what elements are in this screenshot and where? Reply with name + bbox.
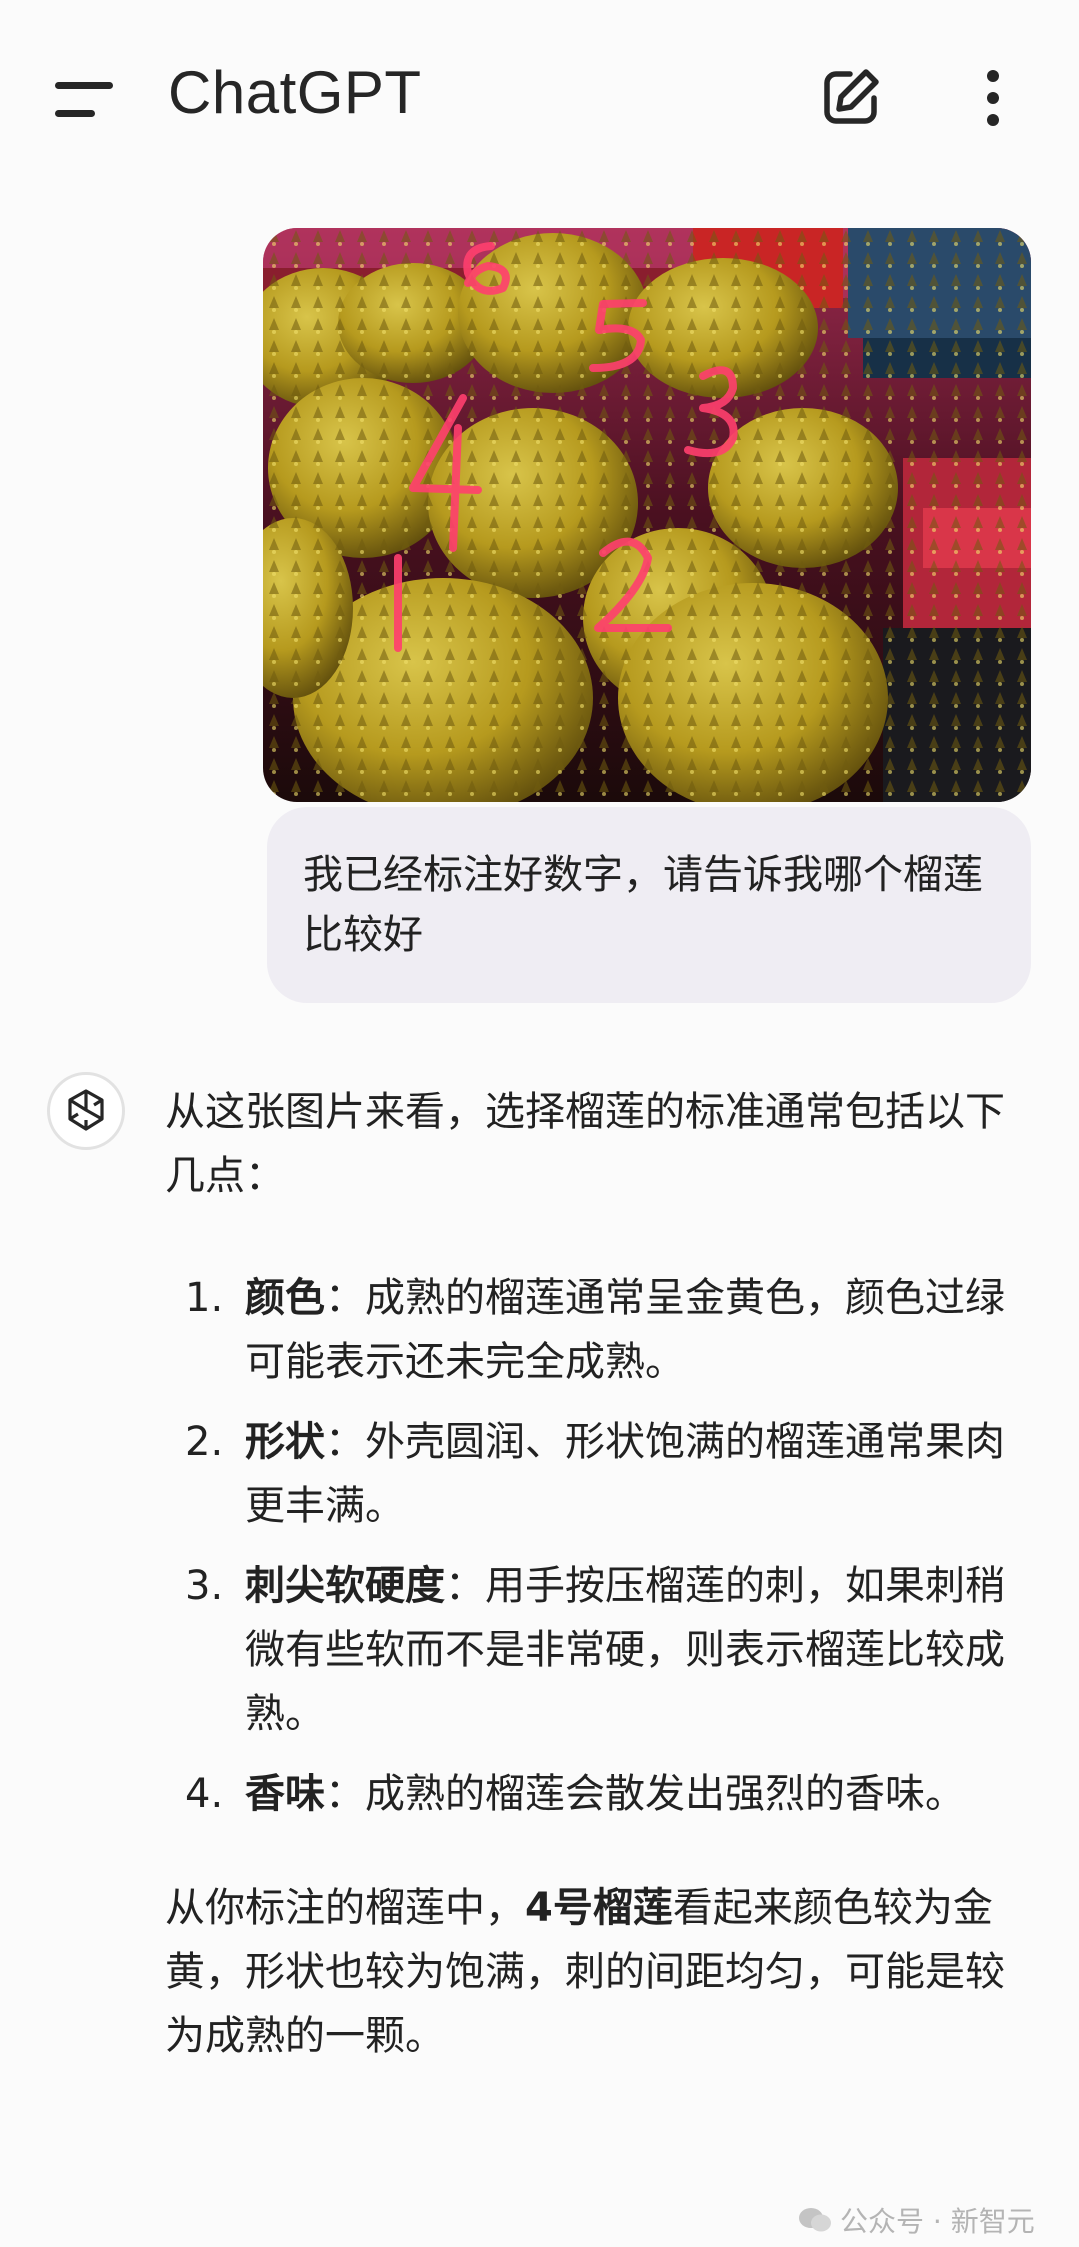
list-item: 3. 刺尖软硬度：用手按压榴莲的刺，如果刺稍微有些软而不是非常硬，则表示榴莲比较成… xyxy=(165,1554,1025,1746)
list-item: 1. 颜色：成熟的榴莲通常呈金黄色，颜色过绿可能表示还未完全成熟。 xyxy=(165,1266,1025,1394)
assistant-intro: 从这张图片来看，选择榴莲的标准通常包括以下几点： xyxy=(165,1089,1005,1199)
point-body: 成熟的榴莲会散发出强烈的香味。 xyxy=(365,1771,965,1817)
point-title: 香味 xyxy=(245,1771,325,1817)
watermark: 公众号 · 新智元 xyxy=(798,2200,1035,2240)
assistant-message: 从这张图片来看，选择榴莲的标准通常包括以下几点： 1. 颜色：成熟的榴莲通常呈金黄… xyxy=(165,1080,1025,2068)
chat-screen: ChatGPT 我已经标注好数字，请告诉我哪个榴莲比较好 从这张图片来看，选择榴… xyxy=(0,0,1079,2247)
recommended-durian: 4号榴莲 xyxy=(525,1885,673,1931)
list-number: 3. xyxy=(185,1563,224,1609)
point-title: 形状 xyxy=(245,1419,325,1465)
user-message-bubble: 我已经标注好数字，请告诉我哪个榴莲比较好 xyxy=(267,807,1031,1003)
conclusion-lead: 从你标注的榴莲中， xyxy=(165,1885,525,1931)
assistant-conclusion: 从你标注的榴莲中，4号榴莲看起来颜色较为金黄，形状也较为饱满，刺的间距均匀，可能… xyxy=(165,1876,1025,2068)
point-separator: ： xyxy=(325,1275,365,1321)
point-title: 刺尖软硬度 xyxy=(245,1563,445,1609)
user-message-text: 我已经标注好数字，请告诉我哪个榴莲比较好 xyxy=(303,852,983,958)
list-number: 1. xyxy=(185,1275,224,1321)
point-separator: ： xyxy=(445,1563,485,1609)
app-header: ChatGPT xyxy=(0,0,1079,200)
list-item: 2. 形状：外壳圆润、形状饱满的榴莲通常果肉更丰满。 xyxy=(165,1410,1025,1538)
list-number: 2. xyxy=(185,1419,224,1465)
point-separator: ： xyxy=(325,1419,365,1465)
edit-icon[interactable] xyxy=(820,66,882,128)
criteria-list: 1. 颜色：成熟的榴莲通常呈金黄色，颜色过绿可能表示还未完全成熟。 2. 形状：外壳… xyxy=(165,1266,1025,1826)
list-number: 4. xyxy=(185,1771,224,1817)
openai-logo-icon xyxy=(68,1089,104,1131)
durian-photo[interactable] xyxy=(263,228,1031,802)
more-vertical-icon[interactable] xyxy=(978,70,1008,126)
point-title: 颜色 xyxy=(245,1275,325,1321)
menu-icon[interactable] xyxy=(55,80,113,120)
point-separator: ： xyxy=(325,1771,365,1817)
app-title: ChatGPT xyxy=(168,59,422,126)
list-item: 4. 香味：成熟的榴莲会散发出强烈的香味。 xyxy=(165,1762,1025,1826)
chatgpt-avatar xyxy=(47,1072,125,1150)
watermark-text: 公众号 · 新智元 xyxy=(840,2205,1035,2238)
wechat-icon xyxy=(799,2208,831,2232)
